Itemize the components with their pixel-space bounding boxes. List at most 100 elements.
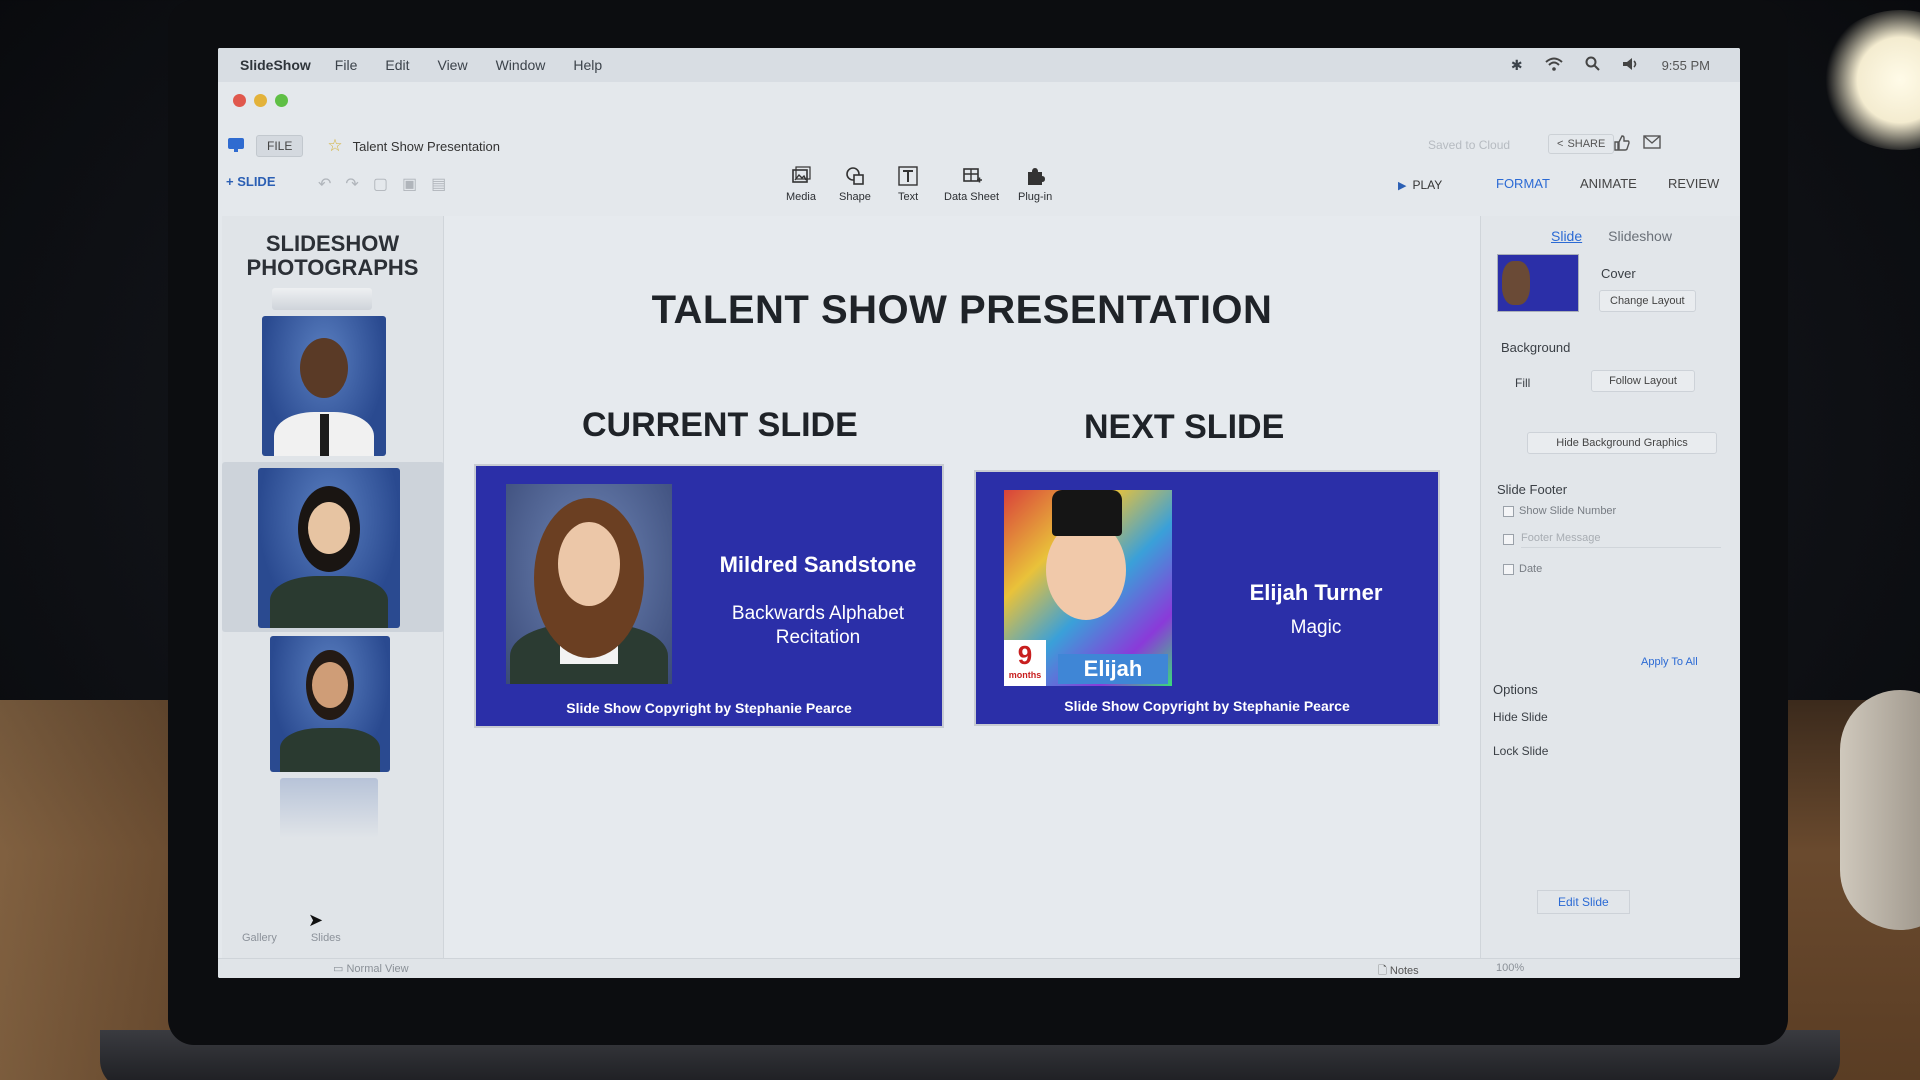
menu-edit[interactable]: Edit [385,57,409,73]
normal-view-icon: ▭ [333,963,344,975]
subtab-slideshow[interactable]: Slideshow [1608,228,1672,244]
add-slide-button[interactable]: + SLIDE [226,174,276,189]
menu-help[interactable]: Help [573,57,602,73]
next-slide-photo: 9 months Elijah [1004,490,1172,686]
photo-age-card: 9 months [1004,640,1046,686]
shape-tool-button[interactable]: Shape [839,166,871,203]
tab-gallery[interactable]: Gallery [242,932,277,944]
paste-icon[interactable]: ▤ [431,174,446,194]
footer-message-checkbox[interactable] [1503,534,1514,545]
gallery-title-line1: SLIDESHOW [265,231,400,256]
data-sheet-tool-button[interactable]: Data Sheet [944,166,999,203]
media-icon [791,166,811,188]
tab-animate[interactable]: ANIMATE [1580,176,1637,191]
gallery-thumbnail-boy[interactable] [262,316,386,456]
lock-slide-option[interactable]: Lock Slide [1493,744,1548,758]
data-sheet-icon [962,166,982,188]
layout-thumbnail-photo [1502,261,1530,305]
edit-slide-button[interactable]: Edit Slide [1537,890,1630,914]
notes-icon: 🗋 [1378,965,1387,977]
data-sheet-tool-label: Data Sheet [944,191,1000,203]
next-slide-name: Elijah Turner [1249,580,1383,605]
footer-message-input[interactable]: Footer Message [1521,532,1721,548]
menu-file[interactable]: File [335,57,358,73]
plugin-icon [1025,166,1046,188]
toolbar: + SLIDE ↶ ↷ ▢ ▣ ▤ Media Shape Text Data … [218,164,1740,216]
mail-icon[interactable] [1643,134,1661,152]
tab-review[interactable]: REVIEW [1668,176,1719,191]
play-button[interactable]: ▶ PLAY [1398,178,1442,192]
current-slide-label: CURRENT SLIDE [582,406,858,444]
close-window-button[interactable] [233,94,246,107]
cut-icon[interactable]: ▢ [373,174,388,194]
plugin-tool-button[interactable]: Plug-in [1018,166,1052,203]
undo-icon[interactable]: ↶ [318,174,331,194]
media-tool-label: Media [786,191,816,203]
wifi-icon[interactable] [1544,57,1563,74]
maximize-window-button[interactable] [275,94,288,107]
tab-format[interactable]: FORMAT [1496,176,1550,191]
show-slide-number-checkbox[interactable] [1503,506,1514,517]
menubar-status: ✱ 9:55 PM [1511,56,1740,74]
date-label: Date [1519,563,1543,575]
apply-to-all-link[interactable]: Apply To All [1641,656,1698,668]
shape-tool-label: Shape [839,191,871,203]
menu-view[interactable]: View [437,57,467,73]
gallery-thumbnail-partial[interactable] [272,288,372,310]
gallery-tabs: Gallery Slides [242,932,341,944]
current-slide-name: Mildred Sandstone [719,552,917,577]
current-slide-act-line1: Backwards Alphabet [731,603,905,624]
text-tool-button[interactable]: Text [898,166,918,203]
copy-icon[interactable]: ▣ [402,174,417,194]
normal-view-label: Normal View [346,963,409,975]
favorite-star-icon[interactable]: ☆ [327,136,342,156]
redo-icon[interactable]: ↷ [345,174,358,194]
presentation-title: TALENT SHOW PRESENTATION [651,288,1273,332]
tab-slides[interactable]: Slides [311,932,341,944]
lamp-base [1840,690,1920,930]
subtab-slide[interactable]: Slide [1551,228,1582,244]
edit-actions: ↶ ↷ ▢ ▣ ▤ [318,174,446,194]
laptop-screen: SlideShow File Edit View Window Help ✱ 9… [218,48,1740,978]
window-controls [233,94,288,107]
next-slide-copyright: Slide Show Copyright by Stephanie Pearce [1064,698,1350,714]
minimize-window-button[interactable] [254,94,267,107]
play-icon: ▶ [1398,179,1407,192]
date-checkbox[interactable] [1503,564,1514,575]
gallery-thumbnail-partial-bottom[interactable] [280,778,378,838]
notes-label: Notes [1389,965,1419,977]
document-title[interactable]: Talent Show Presentation [353,139,500,154]
bluetooth-icon[interactable]: ✱ [1511,57,1523,74]
layout-name: Cover [1601,266,1636,281]
current-slide-photo [506,484,672,684]
shape-icon [845,166,865,188]
thumbs-up-icon[interactable] [1613,134,1631,152]
notes-button[interactable]: 🗋 Notes [1378,962,1419,978]
hide-slide-option[interactable]: Hide Slide [1493,710,1548,724]
search-icon[interactable] [1585,56,1600,74]
current-slide-preview[interactable]: Mildred Sandstone Backwards Alphabet Rec… [474,464,944,728]
menu-window[interactable]: Window [496,57,546,73]
layout-thumbnail[interactable] [1497,254,1579,312]
app-menu[interactable]: SlideShow [240,57,311,73]
gallery-title-line2: PHOTOGRAPHS [246,255,419,280]
current-slide-act: Backwards Alphabet Recitation [698,602,938,650]
zoom-level[interactable]: 100% [1496,962,1524,974]
fill-follow-layout-select[interactable]: Follow Layout [1591,370,1695,392]
saved-status: Saved to Cloud [1428,138,1511,152]
gallery-thumbnail-girl-1[interactable] [258,468,400,628]
file-button[interactable]: FILE [256,135,304,157]
gallery-thumbnail-girl-2[interactable] [270,636,390,772]
play-label: PLAY [1412,178,1443,192]
volume-icon[interactable] [1622,57,1640,74]
normal-view-button[interactable]: ▭ Normal View [333,962,409,975]
change-layout-button[interactable]: Change Layout [1599,290,1696,312]
photo-age-number: 9 [1017,640,1033,670]
next-slide-preview[interactable]: 9 months Elijah Elijah Turner Magic Slid… [974,470,1440,726]
fill-label: Fill [1515,376,1531,390]
document-bar: FILE ☆ Talent Show Presentation Saved to… [228,130,1718,162]
media-tool-button[interactable]: Media [786,166,816,203]
share-button[interactable]: < SHARE [1548,134,1615,154]
slide-footer-heading: Slide Footer [1497,482,1568,497]
hide-background-graphics-button[interactable]: Hide Background Graphics [1527,432,1717,454]
